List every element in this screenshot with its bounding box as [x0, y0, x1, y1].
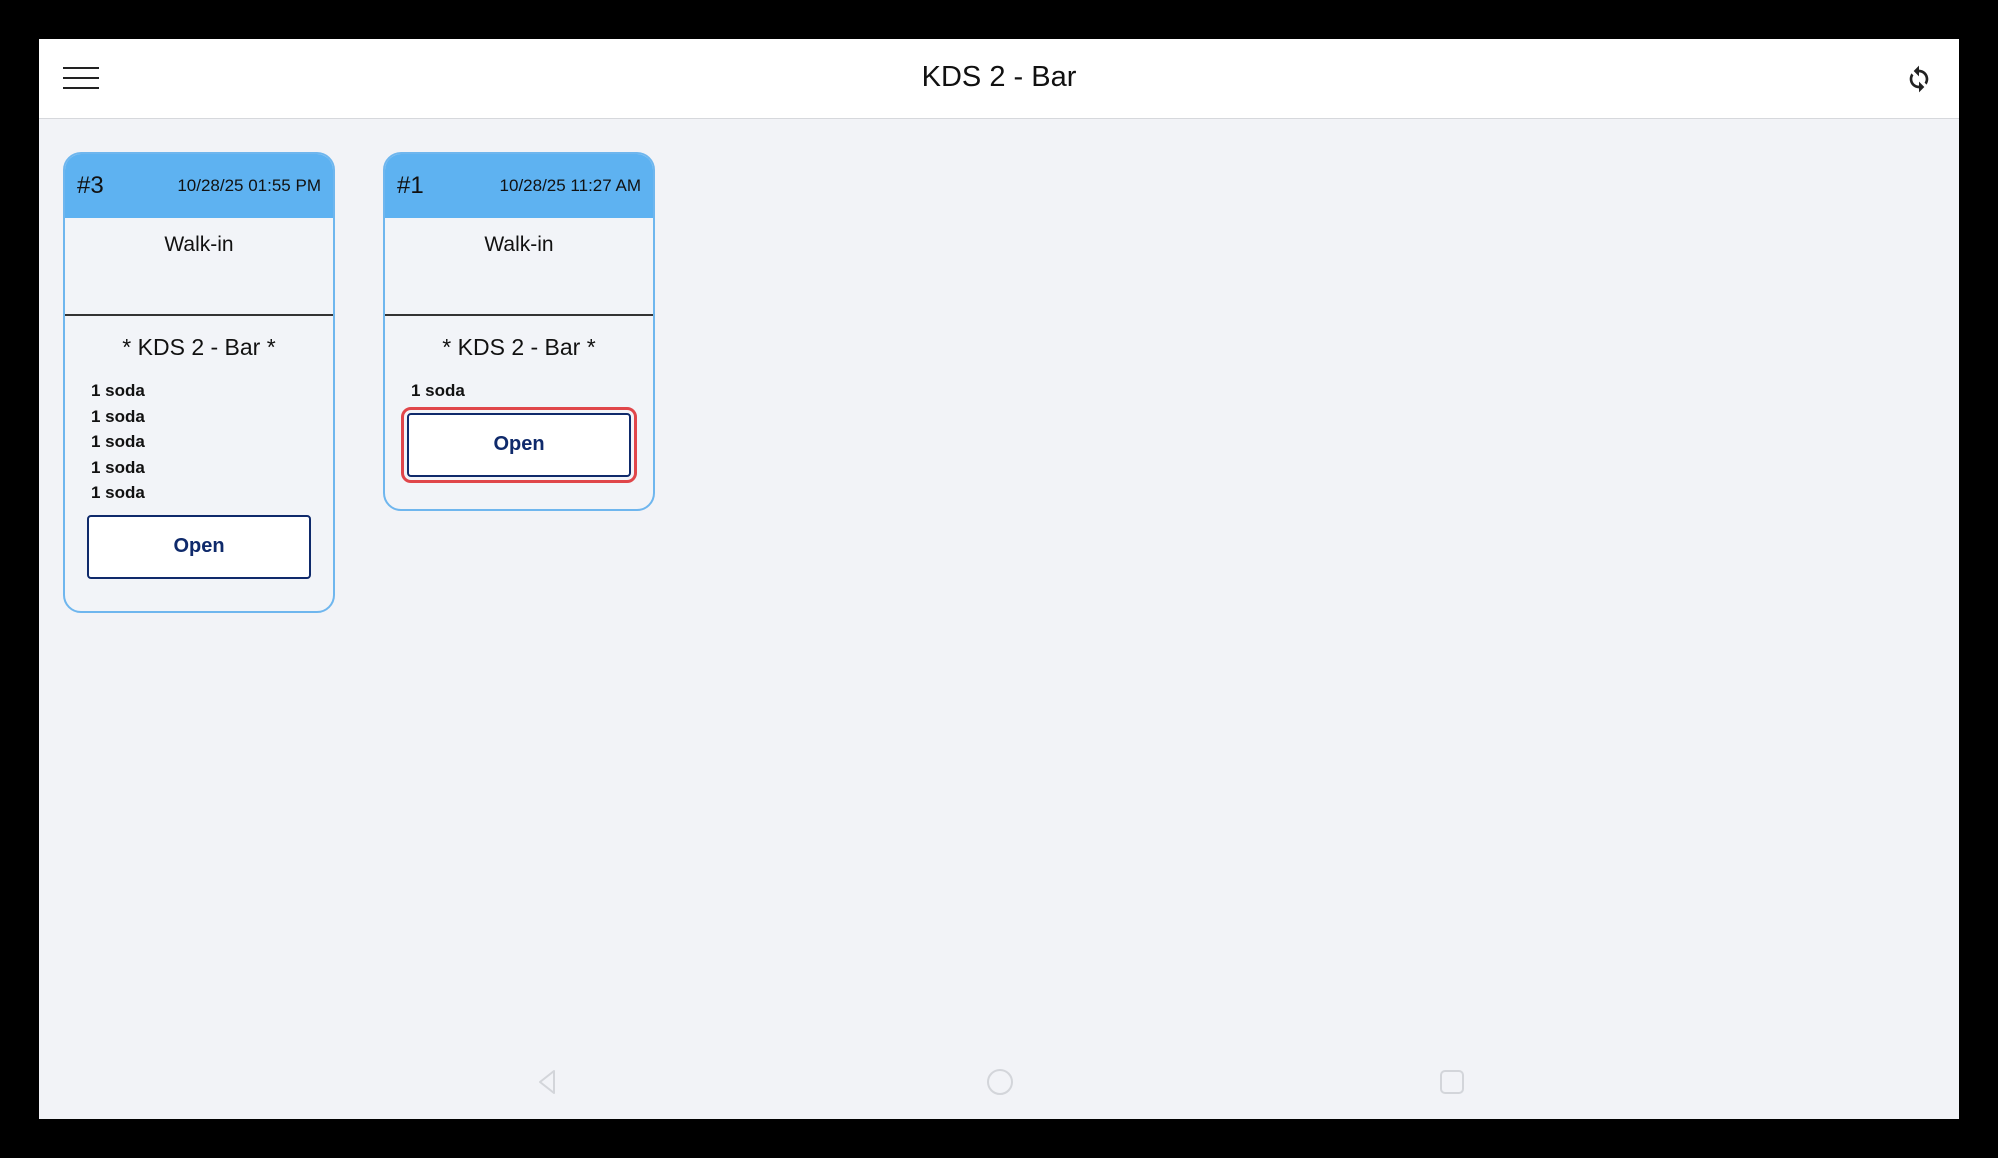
order-item: 1 soda: [91, 406, 145, 426]
order-customer: Walk-in: [65, 218, 333, 316]
order-item: 1 soda: [91, 432, 145, 451]
order-items: 1 soda: [385, 378, 653, 404]
order-card: #3 10/28/25 01:55 PM Walk-in * KDS 2 - B…: [63, 152, 335, 613]
order-card: #1 10/28/25 11:27 AM Walk-in * KDS 2 - B…: [383, 152, 655, 511]
app-bar: KDS 2 - Bar: [39, 39, 1959, 119]
order-item: 1 soda: [91, 457, 145, 477]
order-time: 10/28/25 01:55 PM: [177, 176, 321, 195]
order-station: * KDS 2 - Bar *: [122, 334, 276, 360]
home-circle-icon[interactable]: [985, 1067, 1015, 1097]
app-screen: KDS 2 - Bar #3 10/28/25 01:55 PM Walk-in…: [39, 39, 1959, 1119]
order-number: #3: [77, 172, 104, 199]
open-order-button[interactable]: Open: [87, 514, 311, 579]
order-card-header: #3 10/28/25 01:55 PM: [65, 154, 333, 218]
order-item: 1 soda: [91, 381, 145, 400]
recents-square-icon[interactable]: [1437, 1067, 1467, 1097]
order-item: 1 soda: [91, 483, 145, 502]
navigation-bar: [39, 1059, 1959, 1119]
page-title: KDS 2 - Bar: [921, 61, 1077, 93]
order-items: 1 soda 1 soda 1 soda 1 soda 1 soda: [65, 378, 333, 506]
order-customer: Walk-in: [385, 218, 653, 316]
order-number: #1: [397, 172, 424, 199]
back-triangle-icon[interactable]: [533, 1067, 563, 1097]
refresh-icon[interactable]: [1903, 63, 1935, 95]
order-item: 1 soda: [411, 381, 465, 400]
order-time: 10/28/25 11:27 AM: [499, 176, 641, 195]
order-station: * KDS 2 - Bar *: [442, 334, 596, 360]
open-order-button[interactable]: Open: [401, 406, 637, 483]
order-card-header: #1 10/28/25 11:27 AM: [385, 154, 653, 218]
